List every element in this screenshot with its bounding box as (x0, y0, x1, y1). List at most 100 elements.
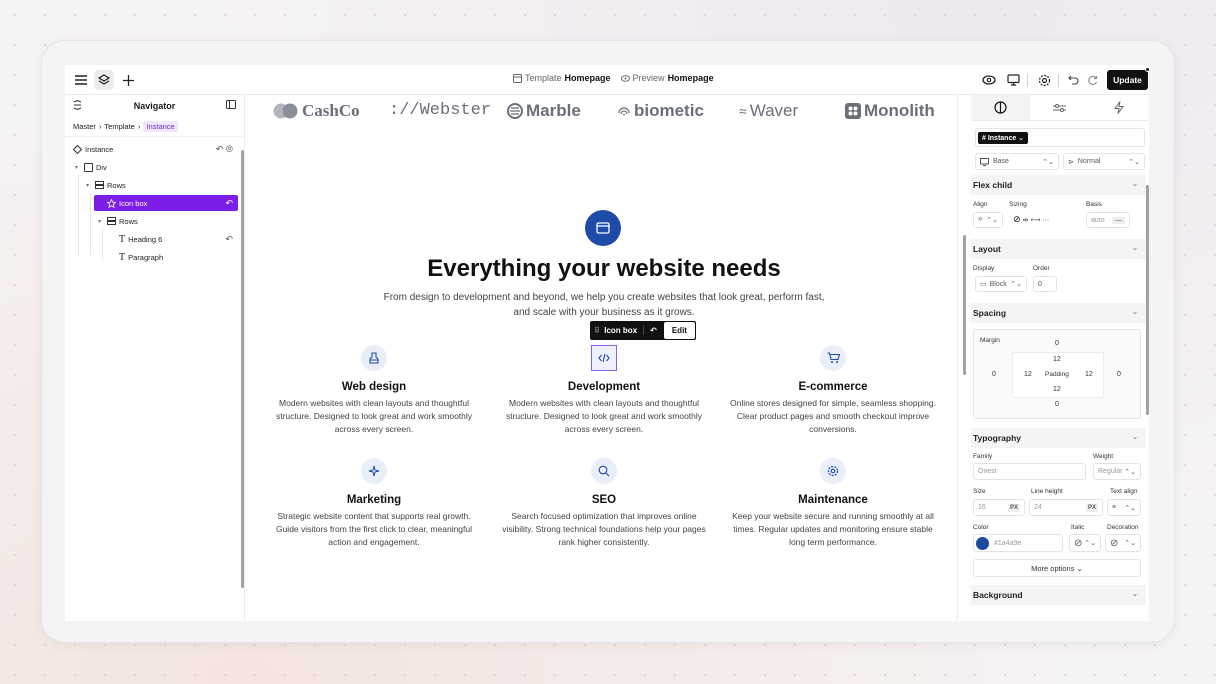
font-size-input[interactable]: 16 PX (973, 499, 1025, 516)
align-self-select[interactable]: ⟡ ⌃⌄ (973, 212, 1003, 228)
reset-icon[interactable]: ↶ (225, 198, 233, 209)
tree-node-label: Heading 6 (128, 234, 163, 244)
block-icon: ▭ (980, 281, 987, 288)
margin-bottom-value[interactable]: 0 (1055, 401, 1059, 408)
wave-icon: ≈ (739, 103, 747, 119)
sidebar-toggle-icon[interactable] (226, 100, 236, 111)
expand-arrow-icon[interactable]: ▾ (98, 218, 104, 225)
font-family-input[interactable]: Onest (973, 463, 1086, 480)
padding-top-value[interactable]: 12 (1053, 356, 1061, 363)
section-background[interactable]: Background ⌄ (971, 585, 1146, 605)
tree-node-heading[interactable]: T Heading 6 ↶ (119, 231, 238, 247)
text-color-input[interactable]: #1a4a9e (973, 534, 1063, 552)
template-link[interactable]: Template Homepage (513, 73, 611, 83)
tab-style[interactable] (971, 95, 1031, 120)
feature-maintenance[interactable]: Maintenance Keep your website secure and… (730, 458, 936, 549)
undo-icon[interactable] (1063, 70, 1083, 90)
reset-icon[interactable]: ↶ (643, 326, 663, 335)
hero-heading[interactable]: Everything your website needs (251, 255, 957, 283)
basis-input[interactable]: auto — (1086, 212, 1130, 228)
tree-node-div[interactable]: ▾ Div (75, 159, 107, 175)
text-icon: T (119, 233, 126, 245)
hero-window-icon[interactable] (585, 210, 621, 246)
none-icon: ⊘ (1074, 537, 1083, 549)
tab-settings[interactable] (1030, 95, 1089, 120)
grow-icon[interactable]: ⟷ (1030, 217, 1040, 224)
text-align-select[interactable]: ≡ ⌃⌄ (1107, 499, 1141, 516)
settings-gear-icon[interactable] (1034, 70, 1054, 90)
feature-development[interactable]: Development Modern websites with clean l… (501, 345, 707, 436)
breadcrumb-instance[interactable]: Instance (143, 121, 178, 132)
tree-node-paragraph[interactable]: T Paragraph (119, 249, 163, 265)
icon-box-toolbar: ⠿ Icon box ↶ Edit (590, 321, 696, 340)
color-swatch[interactable] (976, 536, 989, 550)
reset-icon[interactable]: ↶ (225, 234, 233, 245)
select-arrows-icon: ⌃⌄ (1124, 540, 1136, 547)
feature-ecommerce[interactable]: E-commerce Online stores designed for si… (730, 345, 936, 436)
unit-selector[interactable]: PX (1007, 503, 1020, 512)
layers-icon[interactable] (94, 70, 114, 90)
expand-arrow-icon[interactable]: ▾ (75, 164, 81, 171)
minus-icon[interactable]: — (1112, 216, 1125, 224)
state-select[interactable]: ⊳ Normal ⌃⌄ (1063, 153, 1145, 170)
feature-seo[interactable]: SEO Search focused optimization that imp… (501, 458, 707, 549)
section-spacing[interactable]: Spacing ⌄ (971, 303, 1146, 323)
code-icon[interactable] (591, 345, 617, 371)
tree-node-icon-box[interactable]: Icon box ↶ (94, 195, 238, 211)
section-typography[interactable]: Typography ⌄ (971, 428, 1146, 448)
padding-left-value[interactable]: 12 (1024, 371, 1032, 378)
section-layout[interactable]: Layout ⌄ (971, 239, 1146, 259)
margin-top-value[interactable]: 0 (1055, 340, 1059, 347)
shrink-icon[interactable]: ⇹ (1023, 217, 1029, 224)
decoration-select[interactable]: ⊘ ⌃⌄ (1105, 534, 1141, 552)
breadcrumb-template[interactable]: Template (104, 122, 134, 131)
update-button[interactable]: Update (1107, 70, 1148, 90)
italic-select[interactable]: ⊘ ⌃⌄ (1069, 534, 1101, 552)
preview-eye-icon[interactable] (979, 70, 999, 90)
panel-scrollbar[interactable] (1146, 185, 1149, 415)
monolith-logo-icon (845, 103, 861, 119)
line-height-input[interactable]: 24 PX (1029, 499, 1103, 516)
tree-node-instance[interactable]: Instance ↶ ⦾ (73, 141, 233, 157)
tab-interactions[interactable] (1090, 95, 1149, 120)
add-icon[interactable] (118, 70, 138, 90)
none-icon[interactable]: ⊘ (1013, 214, 1021, 224)
navigator-scrollbar[interactable] (241, 150, 244, 588)
sizing-options[interactable]: ⊘ ⇹ ⟷ ⋯ (1013, 214, 1049, 225)
hero-paragraph[interactable]: From design to development and beyond, w… (381, 290, 827, 320)
breadcrumb-master[interactable]: Master (73, 122, 96, 131)
menu-icon[interactable] (71, 70, 91, 90)
font-weight-select[interactable]: Regular ⌃⌄ (1093, 463, 1141, 480)
fingerprint-icon (618, 107, 630, 116)
desktop-icon[interactable] (1003, 70, 1023, 90)
reset-icon[interactable]: ↶ ⦾ (216, 144, 233, 155)
display-select[interactable]: ▭ Block ⌃⌄ (975, 276, 1027, 292)
class-tag[interactable]: # Instance ⌄ (978, 131, 1029, 144)
feature-marketing[interactable]: Marketing Strategic website content that… (271, 458, 477, 549)
preview-link[interactable]: Preview Homepage (620, 73, 714, 83)
expand-arrow-icon[interactable]: ▾ (86, 182, 92, 189)
tree-node-label: Paragraph (128, 252, 164, 262)
redo-icon[interactable] (1082, 70, 1102, 90)
family-label: Family (973, 453, 993, 460)
margin-right-value[interactable]: 0 (1117, 371, 1121, 378)
tree-node-rows[interactable]: ▾ Rows (98, 213, 138, 229)
edit-button[interactable]: Edit (663, 322, 695, 339)
more-icon[interactable]: ⋯ (1042, 217, 1049, 224)
class-selector[interactable]: # Instance ⌄ (975, 128, 1145, 147)
section-flex-child[interactable]: Flex child ⌄ (971, 175, 1146, 195)
padding-bottom-value[interactable]: 12 (1053, 386, 1061, 393)
breakpoint-select[interactable]: Base ⌃⌄ (975, 153, 1059, 170)
order-input[interactable]: 0 (1033, 276, 1057, 292)
order-label: Order (1033, 265, 1050, 272)
more-options-button[interactable]: More options ⌄ (973, 559, 1141, 577)
icon-box-drag-handle[interactable]: ⠿ Icon box (590, 326, 643, 335)
logo-strip: CashCo ://Webster Marble biometic ≈ Wave… (251, 99, 957, 123)
tree-node-rows[interactable]: ▾ Rows (86, 177, 126, 193)
unit-selector[interactable]: PX (1085, 503, 1098, 512)
margin-left-value[interactable]: 0 (992, 371, 996, 378)
padding-right-value[interactable]: 12 (1085, 371, 1093, 378)
canvas-scrollbar[interactable] (963, 235, 966, 375)
collapse-tree-icon[interactable] (73, 99, 82, 112)
feature-web-design[interactable]: Web design Modern websites with clean la… (271, 345, 477, 436)
